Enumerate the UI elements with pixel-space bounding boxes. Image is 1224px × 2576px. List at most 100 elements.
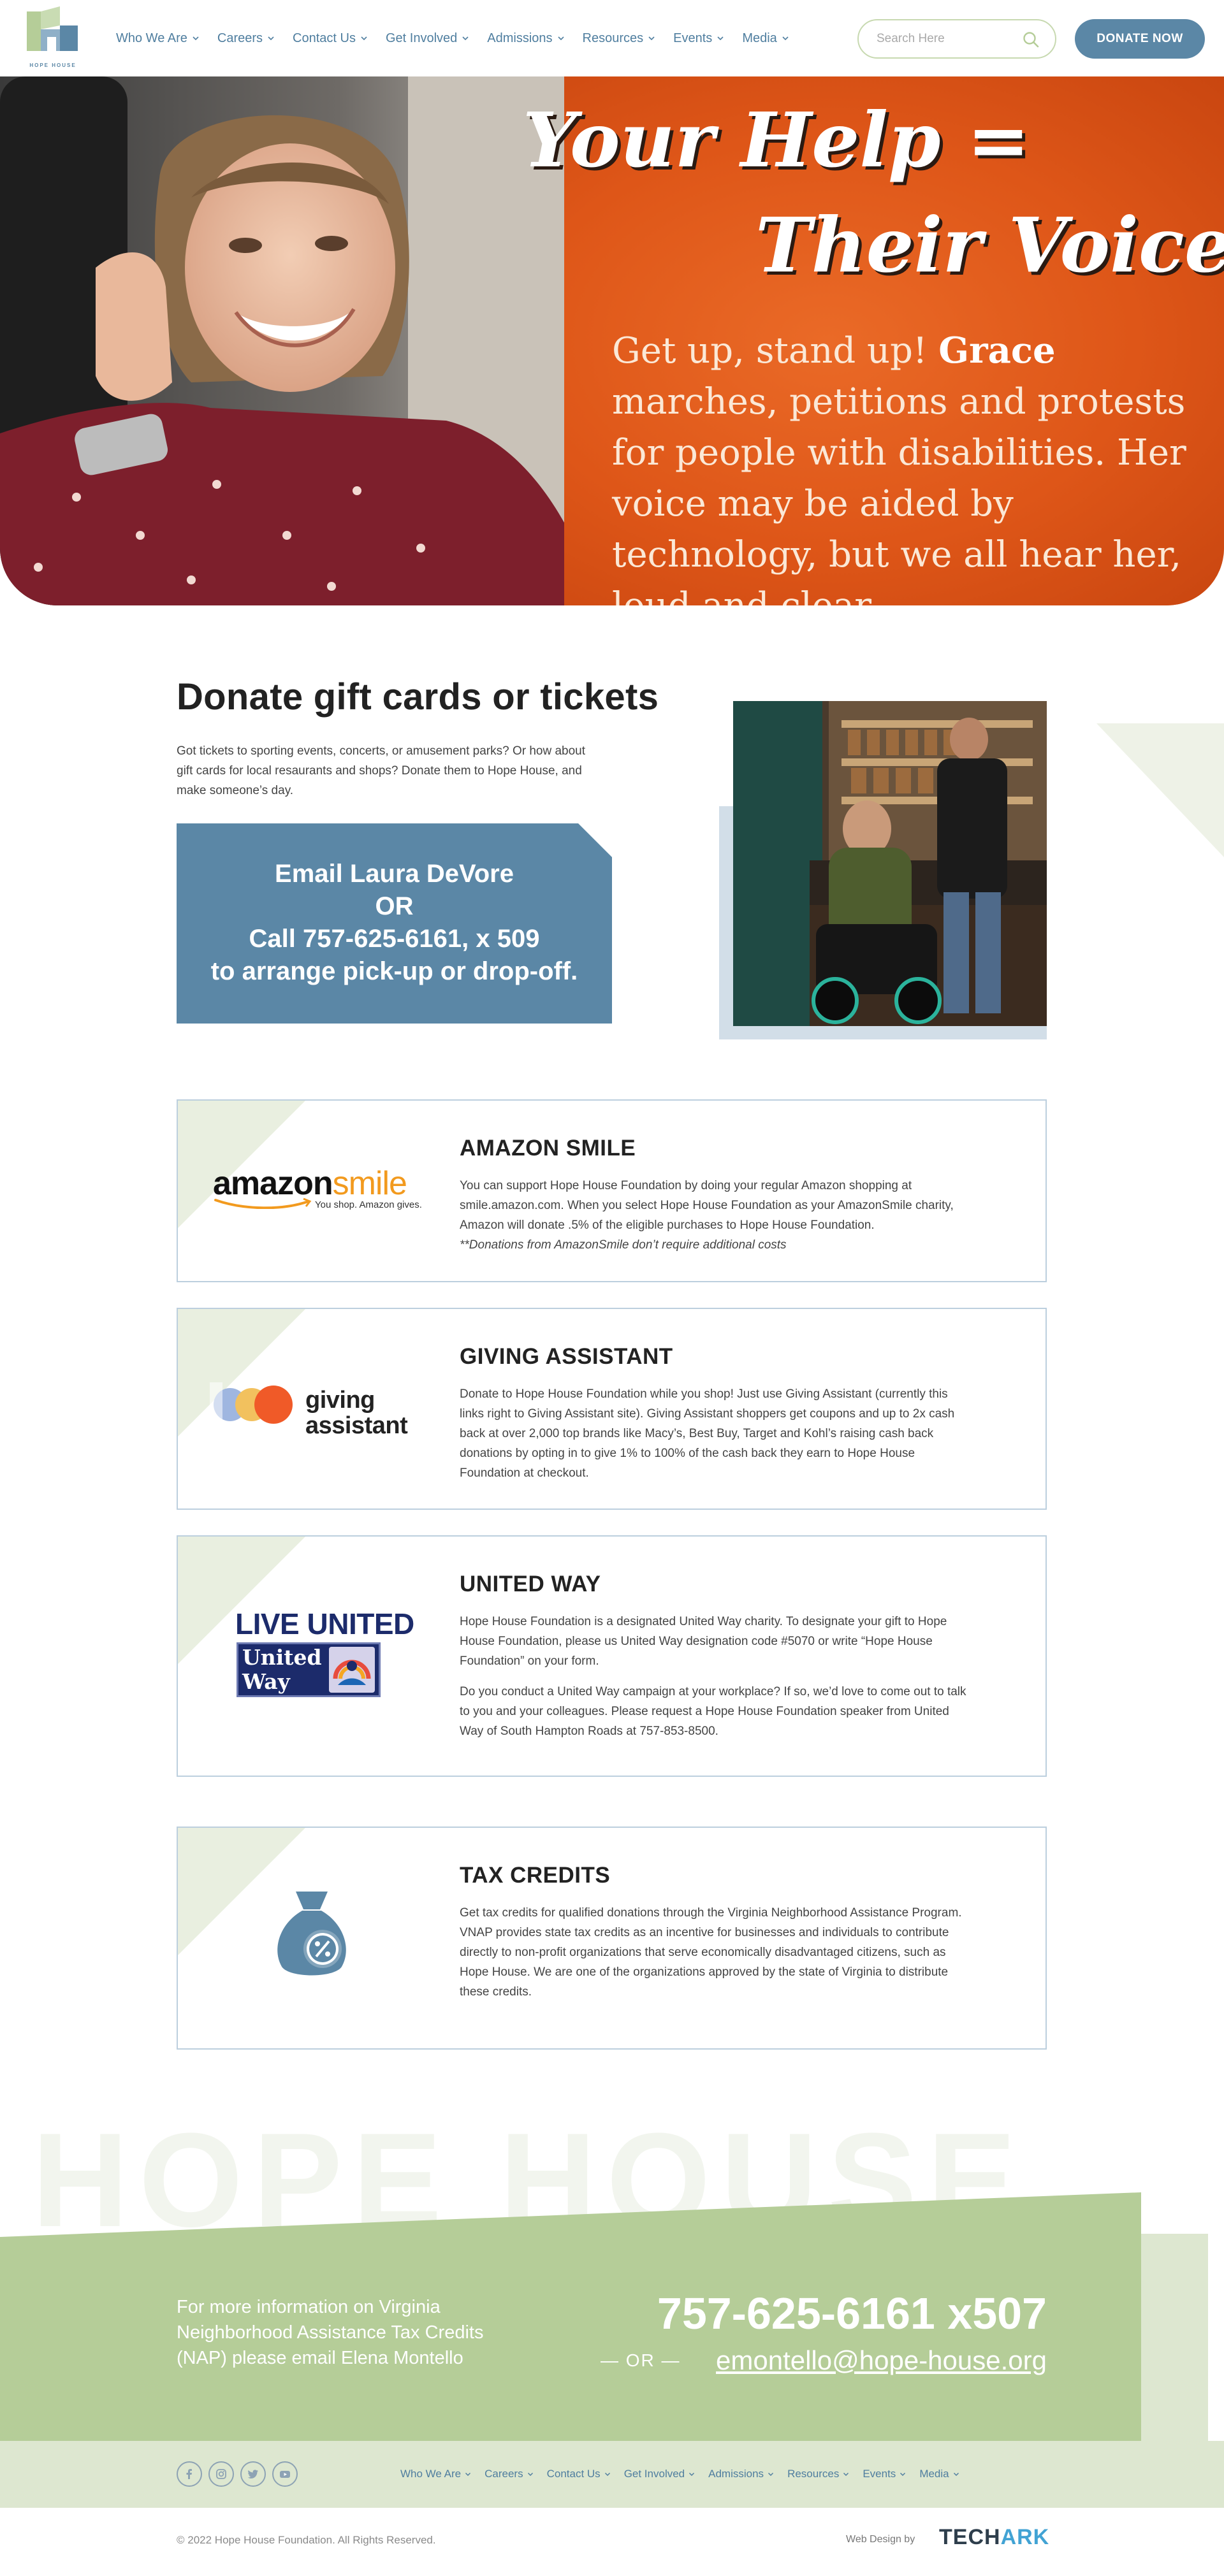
- giving-assistant-logo[interactable]: giving assistant: [210, 1382, 408, 1440]
- footer-nav-get-involved[interactable]: Get Involved: [624, 2468, 695, 2480]
- card-paragraph: Get tax credits for qualified donations …: [460, 1906, 962, 1999]
- chevron-down-icon: [361, 36, 367, 41]
- hand-rainbow-icon: [333, 1660, 371, 1685]
- shop-photo: [733, 701, 1047, 1026]
- cta-line-email: Email Laura DeVore: [275, 860, 514, 888]
- tax-credits-card: TAX CREDITS Get tax credits for qualifie…: [177, 1827, 1047, 2050]
- facebook-icon[interactable]: [177, 2461, 202, 2487]
- contact-cta-box[interactable]: Email Laura DeVore OR Call 757-625-6161,…: [177, 823, 612, 1024]
- card-paragraph: Do you conduct a United Way campaign at …: [460, 1685, 966, 1738]
- hero-title-line1: Your Help =: [523, 96, 1030, 184]
- tax-credit-info-text: For more information on Virginia Neighbo…: [177, 2297, 484, 2368]
- twitter-icon[interactable]: [240, 2461, 266, 2487]
- logo-line-1: giving: [305, 1387, 375, 1414]
- search-icon[interactable]: [1022, 31, 1040, 48]
- techark-word-tech: TECH: [939, 2525, 1001, 2549]
- card-title: AMAZON SMILE: [460, 1136, 636, 1161]
- youtube-glyph: [280, 2471, 290, 2478]
- logo-line-1: United: [242, 1645, 322, 1670]
- live-united-text: LIVE UNITED: [235, 1607, 414, 1640]
- hero-body-name: Grace: [938, 329, 1056, 372]
- site-header: HOPE HOUSE Who We Are Careers Contact Us…: [0, 0, 1224, 76]
- contact-phone[interactable]: 757-625-6161 x507: [622, 2288, 1047, 2339]
- footer-nav-label: Resources: [787, 2468, 840, 2480]
- amazon-smile-logo[interactable]: amazonsmile You shop. Amazon gives.: [213, 1164, 422, 1210]
- hero-title-line2: Their Voice: [755, 201, 1224, 289]
- logo-word-smile: smile: [332, 1165, 407, 1202]
- footer-nav-who-we-are[interactable]: Who We Are: [400, 2468, 471, 2480]
- chevron-down-icon: [527, 2472, 533, 2477]
- nav-item-contact-us[interactable]: Contact Us: [293, 31, 368, 46]
- hope-house-logo[interactable]: HOPE HOUSE: [24, 6, 82, 70]
- hero-body-text: Get up, stand up! Grace marches, petitio…: [612, 325, 1198, 605]
- copyright-text: © 2022 Hope House Foundation. All Rights…: [177, 2534, 436, 2546]
- logo-mark-icon: [27, 6, 78, 51]
- footer-nav-contact-us[interactable]: Contact Us: [547, 2468, 611, 2480]
- nav-item-label: Who We Are: [116, 31, 187, 45]
- united-way-card: LIVE UNITED United Way UNITED WAY Hope Ho…: [177, 1535, 1047, 1777]
- chevron-down-icon: [462, 36, 469, 41]
- card-text: Hope House Foundation is a designated Un…: [460, 1612, 970, 1752]
- united-way-logo[interactable]: LIVE UNITED United Way: [235, 1607, 414, 1702]
- footer-nav-label: Admissions: [708, 2468, 764, 2480]
- giving-assistant-card: giving assistant GIVING ASSISTANT Donate …: [177, 1308, 1047, 1510]
- money-bag-icon: [277, 1892, 346, 1976]
- nav-item-careers[interactable]: Careers: [217, 31, 275, 46]
- chevron-down-icon: [717, 36, 724, 41]
- card-text: Get tax credits for qualified donations …: [460, 1903, 970, 2002]
- techark-word-ark: ARK: [1000, 2525, 1050, 2549]
- twitter-glyph: [247, 2470, 258, 2478]
- techark-logo[interactable]: TECHARK: [939, 2525, 1049, 2550]
- card-paragraph: You can support Hope House Foundation by…: [460, 1179, 954, 1232]
- footer-nav-label: Careers: [484, 2468, 523, 2480]
- footer-nav-label: Get Involved: [623, 2468, 685, 2480]
- footer-nav-resources[interactable]: Resources: [787, 2468, 849, 2480]
- nav-item-label: Careers: [217, 31, 263, 45]
- nav-item-events[interactable]: Events: [673, 31, 724, 46]
- nav-item-media[interactable]: Media: [742, 31, 789, 46]
- amazon-smile-card: amazonsmile You shop. Amazon gives. AMAZ…: [177, 1099, 1047, 1282]
- card-title: GIVING ASSISTANT: [460, 1344, 673, 1369]
- chevron-down-icon: [193, 36, 199, 41]
- giving-assistant-wordmark: giving assistant: [305, 1387, 408, 1438]
- footer-nav-events[interactable]: Events: [863, 2468, 906, 2480]
- footer-nav-label: Who We Are: [400, 2468, 462, 2480]
- footer-nav-admissions[interactable]: Admissions: [708, 2468, 774, 2480]
- nav-item-admissions[interactable]: Admissions: [487, 31, 564, 46]
- money-bag-percent-icon: [270, 1885, 353, 1981]
- chevron-down-icon: [604, 2472, 610, 2477]
- chevron-down-icon: [268, 36, 274, 41]
- nav-item-get-involved[interactable]: Get Involved: [386, 31, 469, 46]
- hero-body-end: marches, petitions and protests for peop…: [612, 381, 1186, 605]
- card-paragraph: Hope House Foundation is a designated Un…: [460, 1615, 947, 1668]
- cta-line-or: OR: [375, 892, 414, 920]
- hero-banner: Your Help = Their Voice Get up, stand up…: [0, 76, 1224, 605]
- main-nav: Who We Are Careers Contact Us Get Involv…: [116, 0, 807, 76]
- person-photo-icon: [0, 76, 564, 605]
- search-input[interactable]: [877, 29, 1017, 48]
- nav-item-label: Contact Us: [293, 31, 356, 45]
- chevron-down-icon: [953, 2472, 959, 2477]
- search-box: [857, 19, 1056, 59]
- footer-nav-media[interactable]: Media: [919, 2468, 959, 2480]
- social-links: [177, 2461, 298, 2487]
- nav-item-resources[interactable]: Resources: [583, 31, 656, 46]
- footer-nav-careers[interactable]: Careers: [484, 2468, 533, 2480]
- footer-nav: Who We Are Careers Contact Us Get Involv…: [400, 2461, 973, 2487]
- instagram-icon[interactable]: [208, 2461, 234, 2487]
- youtube-icon[interactable]: [272, 2461, 298, 2487]
- nav-item-label: Resources: [582, 31, 644, 45]
- instagram-glyph: [216, 2469, 226, 2479]
- contact-email-link[interactable]: emontello@hope-house.org: [701, 2345, 1047, 2376]
- card-text: You can support Hope House Foundation by…: [460, 1176, 970, 1255]
- donate-now-button[interactable]: DONATE NOW: [1075, 19, 1205, 59]
- card-paragraph: Donate to Hope House Foundation while yo…: [460, 1387, 955, 1480]
- or-divider: — OR —: [601, 2350, 681, 2370]
- donate-section-text: Got tickets to sporting events, concerts…: [177, 744, 586, 797]
- giving-assistant-dots-icon: [210, 1382, 293, 1427]
- chevron-down-icon: [900, 2472, 906, 2477]
- logo-tagline: You shop. Amazon gives.: [315, 1199, 422, 1210]
- united-way-name: United Way: [242, 1646, 322, 1694]
- nav-item-who-we-are[interactable]: Who We Are: [116, 31, 200, 46]
- nav-item-label: Admissions: [487, 31, 553, 45]
